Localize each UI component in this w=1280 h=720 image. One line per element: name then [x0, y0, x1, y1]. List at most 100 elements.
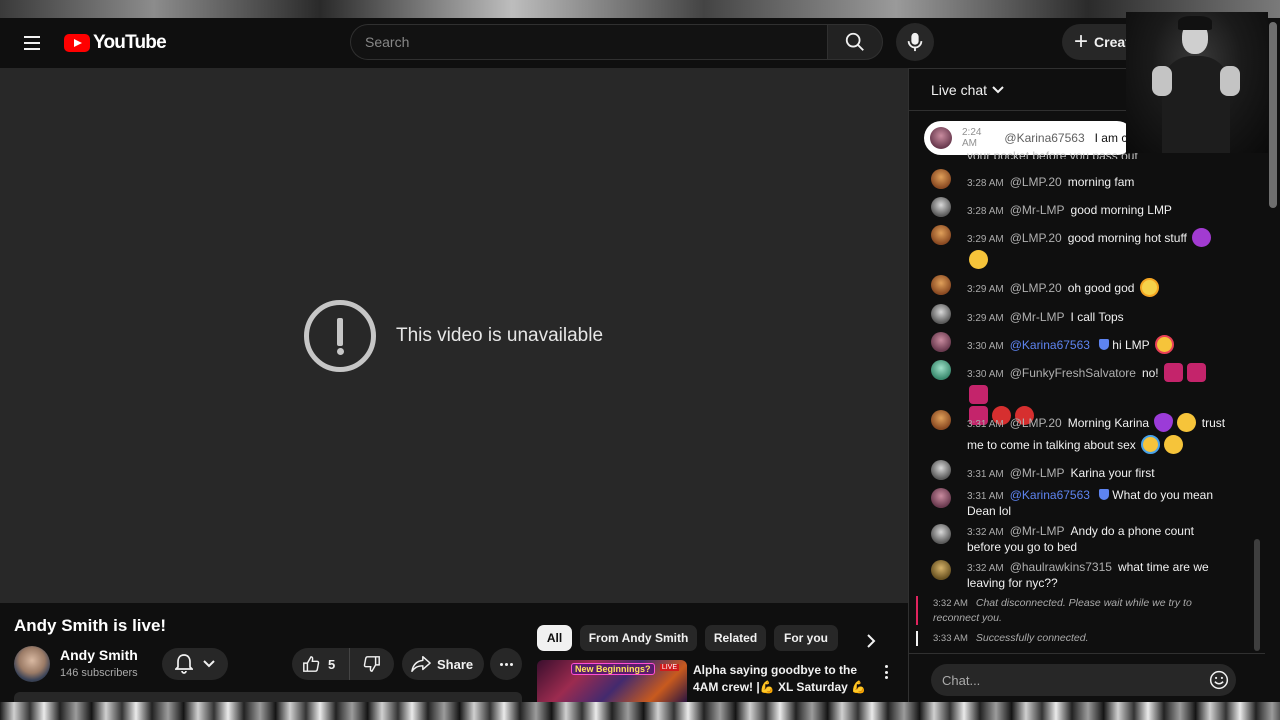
chevron-down-icon	[203, 660, 215, 668]
stream-overlay-bottom	[0, 702, 1280, 720]
flushed-emoji-icon	[1139, 278, 1159, 297]
avatar	[931, 410, 951, 430]
share-button[interactable]: Share	[402, 648, 484, 680]
avatar	[930, 127, 952, 149]
voice-search-button[interactable]	[896, 23, 934, 61]
message-time: 3:32 AM	[967, 527, 1004, 538]
message-author[interactable]: @FunkyFreshSalvatore	[1010, 366, 1136, 380]
avatar	[931, 275, 951, 295]
thumbnail-text: New Beginnings?	[571, 663, 655, 675]
video-title: Andy Smith is live!	[14, 616, 167, 635]
avatar	[931, 524, 951, 544]
message-time: 3:30 AM	[967, 341, 1004, 352]
chat-input-area	[909, 653, 1265, 703]
message-author[interactable]: @Mr-LMP	[1010, 524, 1065, 538]
chip-all[interactable]: All	[537, 625, 572, 651]
monster-emoji-icon	[1186, 363, 1206, 382]
monster-emoji-icon	[1163, 363, 1183, 382]
emoji-picker-icon[interactable]	[1209, 670, 1229, 690]
laughing-emoji-icon	[1141, 435, 1161, 454]
message-time: 3:28 AM	[967, 206, 1004, 217]
message-time: 3:31 AM	[967, 469, 1004, 480]
message-author[interactable]: @LMP.20	[1010, 231, 1062, 245]
chips-next-button[interactable]	[860, 630, 882, 652]
message-text: hi LMP	[1112, 338, 1150, 352]
pinned-message-overflow: your pocket before you pass out	[967, 149, 1138, 159]
video-player[interactable]: This video is unavailable	[0, 68, 908, 603]
unavailable-message: This video is unavailable	[396, 325, 604, 346]
message-text: I call Tops	[1070, 310, 1124, 324]
message-text: Morning Karina	[1067, 416, 1150, 430]
avatar	[931, 197, 951, 217]
scrollbar-thumb[interactable]	[1269, 22, 1277, 208]
message-author[interactable]: @Karina67563	[1010, 488, 1090, 502]
message-author[interactable]: @haulrawkins7315	[1010, 560, 1112, 574]
recommendation-title[interactable]: Alpha saying goodbye to the 4AM crew! |💪…	[693, 662, 873, 696]
search-icon	[845, 32, 864, 51]
avatar	[931, 332, 951, 352]
masthead: YouTube + Create	[0, 18, 1280, 68]
avatar	[931, 360, 951, 380]
more-actions-button[interactable]	[490, 648, 522, 680]
logo-text: YouTube	[93, 32, 167, 53]
avatar	[931, 304, 951, 324]
message-author[interactable]: @Mr-LMP	[1010, 203, 1065, 217]
message-text: good morning hot stuff	[1067, 231, 1187, 245]
system-message-text: Successfully connected.	[975, 632, 1089, 644]
message-time: 3:29 AM	[967, 313, 1004, 324]
chip-for-you[interactable]: For you	[774, 625, 838, 651]
message-text: good morning LMP	[1070, 203, 1172, 217]
message-time: 3:29 AM	[967, 234, 1004, 245]
message-author[interactable]: @Karina67563	[1010, 338, 1090, 352]
stream-overlay-top	[0, 0, 1280, 18]
chip-from-channel[interactable]: From Andy Smith	[580, 625, 697, 651]
message-time: 3:29 AM	[967, 284, 1004, 295]
heart-eyes-emoji-icon	[1154, 335, 1174, 354]
page-scrollbar[interactable]	[1266, 18, 1280, 702]
recommendation-thumbnail[interactable]: New Beginnings? LIVE	[537, 660, 687, 702]
live-chat-panel: Live chat 2:24 AM @Karina67563 I am co y…	[908, 68, 1265, 702]
chip-related[interactable]: Related	[705, 625, 766, 651]
youtube-logo[interactable]: YouTube	[64, 32, 167, 54]
system-message-text: Chat disconnected. Please wait while we …	[933, 597, 1192, 624]
chevron-right-icon	[867, 634, 876, 648]
message-author[interactable]: @Mr-LMP	[1010, 466, 1065, 480]
message-author[interactable]: @LMP.20	[1010, 416, 1062, 430]
channel-name[interactable]: Andy Smith	[60, 647, 138, 663]
menu-icon[interactable]	[18, 30, 46, 56]
system-message-disconnected: 3:32 AM Chat disconnected. Please wait wh…	[916, 596, 1216, 625]
message-time: 3:28 AM	[967, 178, 1004, 189]
message-text: no!	[1141, 366, 1159, 380]
like-count: 5	[328, 656, 336, 672]
message-text: Karina your first	[1070, 466, 1155, 480]
search-button[interactable]	[827, 24, 883, 60]
recommendation-more-button[interactable]	[880, 664, 892, 680]
chat-header-label: Live chat	[931, 82, 988, 98]
chat-input[interactable]	[931, 664, 1236, 696]
share-label: Share	[437, 656, 474, 672]
channel-avatar[interactable]	[14, 646, 50, 682]
description-box[interactable]	[14, 692, 522, 702]
devil-emoji-icon	[1192, 228, 1212, 247]
share-icon	[411, 656, 431, 673]
like-button[interactable]: 5	[292, 648, 350, 680]
chat-scrollbar[interactable]	[1254, 539, 1260, 651]
message-time: 2:24 AM	[962, 127, 982, 149]
search-input[interactable]	[351, 25, 828, 59]
message-author[interactable]: @Mr-LMP	[1010, 310, 1065, 324]
avatar	[931, 560, 951, 580]
message-author: @Karina67563	[1004, 131, 1085, 145]
exclamation-icon	[304, 300, 376, 372]
like-dislike-group: 5	[292, 648, 394, 680]
message-author[interactable]: @LMP.20	[1010, 175, 1062, 189]
chat-mode-selector[interactable]: Live chat	[931, 82, 1004, 98]
message-time: 3:32 AM	[967, 563, 1004, 574]
bell-icon	[175, 654, 193, 674]
notifications-button[interactable]	[162, 648, 228, 680]
sweat-emoji-icon	[1164, 435, 1184, 454]
avatar	[931, 225, 951, 245]
message-author[interactable]: @LMP.20	[1010, 281, 1062, 295]
moderator-shield-icon	[1098, 489, 1109, 500]
message-text: oh good god	[1067, 281, 1135, 295]
dislike-button[interactable]	[350, 648, 394, 680]
